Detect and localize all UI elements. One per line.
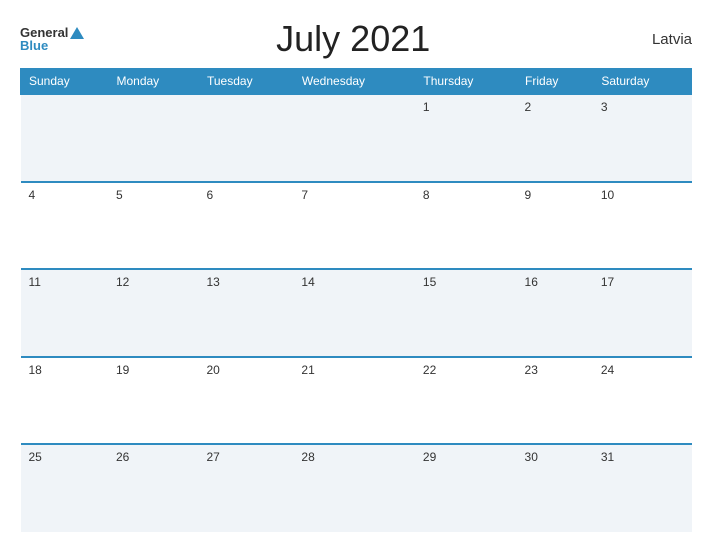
calendar-cell: 31 [593,444,692,532]
logo: General Blue [20,26,84,52]
day-number: 15 [423,275,436,289]
day-number: 17 [601,275,614,289]
calendar-week-row: 4 5 6 7 8 9 10 [21,182,692,270]
day-number: 9 [525,188,532,202]
calendar-week-row: 25 26 27 28 29 30 31 [21,444,692,532]
calendar-cell: 7 [293,182,415,270]
day-number: 19 [116,363,129,377]
day-header-thursday: Thursday [415,69,517,95]
calendar-cell: 24 [593,357,692,445]
calendar-cell: 26 [108,444,199,532]
calendar-cell: 14 [293,269,415,357]
calendar-title: July 2021 [84,18,622,60]
day-number: 16 [525,275,538,289]
calendar-cell: 23 [517,357,593,445]
calendar-cell: 11 [21,269,108,357]
calendar-cell: 20 [199,357,294,445]
calendar-cell: 10 [593,182,692,270]
day-number: 4 [29,188,36,202]
day-number: 25 [29,450,42,464]
calendar-table: SundayMondayTuesdayWednesdayThursdayFrid… [20,68,692,532]
day-number: 10 [601,188,614,202]
day-number: 13 [207,275,220,289]
calendar-cell: 29 [415,444,517,532]
day-number: 30 [525,450,538,464]
day-number: 14 [301,275,314,289]
day-number: 6 [207,188,214,202]
calendar-cell: 25 [21,444,108,532]
day-number: 26 [116,450,129,464]
calendar-cell [108,94,199,182]
calendar-header-row: SundayMondayTuesdayWednesdayThursdayFrid… [21,69,692,95]
calendar-cell: 18 [21,357,108,445]
calendar-cell: 1 [415,94,517,182]
day-number: 8 [423,188,430,202]
day-number: 5 [116,188,123,202]
calendar-cell: 22 [415,357,517,445]
day-number: 18 [29,363,42,377]
day-number: 22 [423,363,436,377]
day-header-monday: Monday [108,69,199,95]
day-number: 11 [29,275,41,289]
calendar-cell: 5 [108,182,199,270]
calendar-cell: 4 [21,182,108,270]
calendar-cell: 6 [199,182,294,270]
calendar-cell: 27 [199,444,294,532]
calendar-cell: 2 [517,94,593,182]
day-number: 12 [116,275,129,289]
day-header-friday: Friday [517,69,593,95]
calendar-cell [293,94,415,182]
day-number: 29 [423,450,436,464]
country-label: Latvia [622,31,692,48]
calendar-cell: 13 [199,269,294,357]
logo-triangle-icon [70,27,84,39]
day-number: 20 [207,363,220,377]
day-number: 2 [525,100,532,114]
day-number: 24 [601,363,614,377]
calendar-cell: 21 [293,357,415,445]
calendar-week-row: 11 12 13 14 15 16 17 [21,269,692,357]
day-header-saturday: Saturday [593,69,692,95]
calendar-cell: 30 [517,444,593,532]
calendar-cell: 3 [593,94,692,182]
day-number: 7 [301,188,308,202]
calendar-cell: 16 [517,269,593,357]
header: General Blue July 2021 Latvia [20,18,692,60]
day-header-tuesday: Tuesday [199,69,294,95]
calendar-cell: 28 [293,444,415,532]
calendar-cell: 8 [415,182,517,270]
day-number: 23 [525,363,538,377]
day-number: 28 [301,450,314,464]
calendar-cell [199,94,294,182]
calendar-cell: 12 [108,269,199,357]
day-number: 27 [207,450,220,464]
calendar-body: 1234567891011121314151617181920212223242… [21,94,692,532]
day-header-wednesday: Wednesday [293,69,415,95]
logo-blue-text: Blue [20,39,48,52]
day-number: 3 [601,100,608,114]
calendar-cell: 9 [517,182,593,270]
calendar-page: General Blue July 2021 Latvia SundayMond… [0,0,712,550]
calendar-cell: 15 [415,269,517,357]
day-number: 1 [423,100,430,114]
day-number: 31 [601,450,614,464]
calendar-cell [21,94,108,182]
day-number: 21 [301,363,314,377]
calendar-cell: 17 [593,269,692,357]
day-header-sunday: Sunday [21,69,108,95]
calendar-cell: 19 [108,357,199,445]
calendar-week-row: 1 2 3 [21,94,692,182]
calendar-week-row: 18 19 20 21 22 23 24 [21,357,692,445]
